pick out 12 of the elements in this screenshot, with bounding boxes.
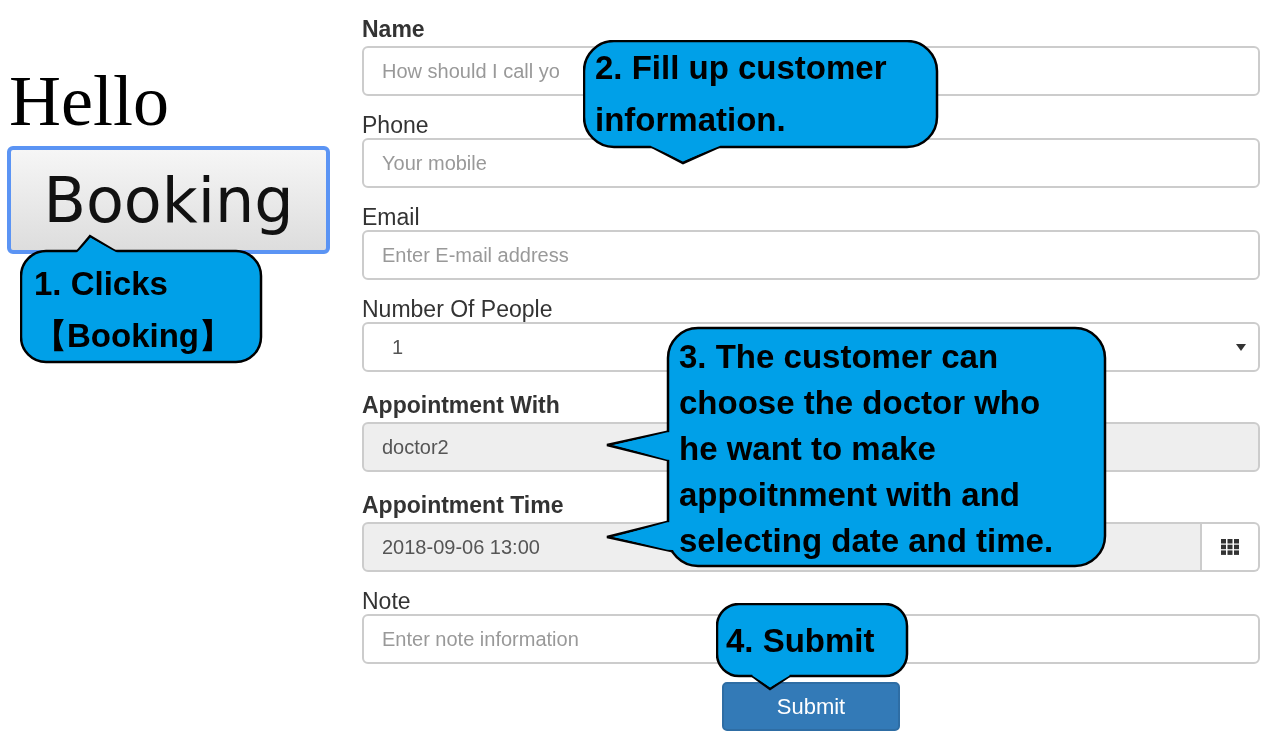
field-label: Phone — [362, 112, 429, 138]
field-label: Appointment Time — [362, 491, 564, 520]
field-label: Note — [362, 588, 411, 614]
field-label: Email — [362, 204, 420, 230]
field-label: Appointment With — [362, 391, 560, 420]
field-label: Number Of People — [362, 296, 553, 322]
greeting-heading: Hello — [9, 60, 169, 142]
callout-tooltip: 4. Submit — [716, 603, 910, 693]
field-label: Name — [362, 15, 425, 44]
callout-tooltip: 3. The customer can choose the doctor who he want to make appoitnment with and selecting date and time. — [605, 326, 1107, 568]
callout-tooltip: 1. Clicks 【Booking】 — [20, 234, 264, 364]
callout-tooltip: 2. Fill up customer information. — [583, 40, 940, 166]
